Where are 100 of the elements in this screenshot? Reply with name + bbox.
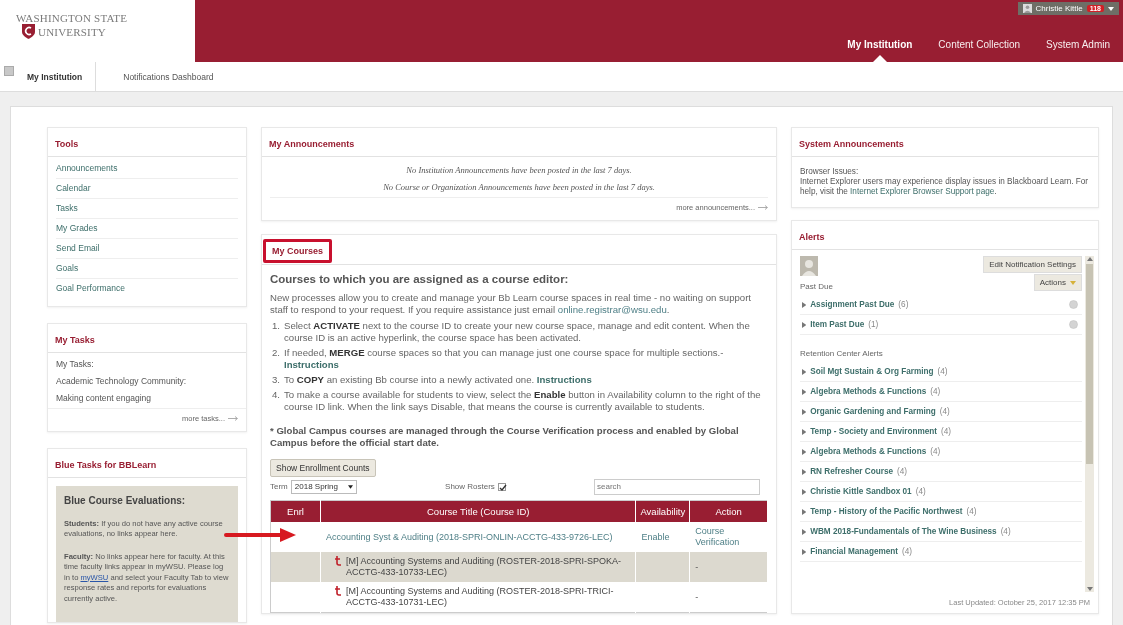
caret-icon [802,528,807,535]
dismiss-icon[interactable] [1069,300,1078,309]
course-link[interactable]: Accounting Syst & Auditing (2018-SPRI-ONLIN-ACCTG-433-9726-LEC) [326,531,613,542]
rosters-label: Show Rosters [445,482,495,491]
hook-icon [335,586,342,596]
tool-link[interactable]: Calendar [56,179,238,199]
task-item: Academic Technology Community: [56,375,188,388]
step-text: If needed, MERGE course spaces so that you can manage just one course space for multiple sections.- Instructions [284,347,725,371]
logo-text: UNIVERSITY [38,25,106,38]
enable-link[interactable]: Enable [641,531,670,542]
alert-link[interactable]: Organic Gardening and Farming (4) [802,407,950,416]
alert-link[interactable]: WBM 2018-Fundamentals of The Wine Business (4) [802,527,1011,536]
verification-link[interactable]: Course Verification [695,526,762,548]
step-number: 3. [271,374,280,386]
announcement-message: No Institution Announcements have been posted in the last 7 days. [405,164,633,177]
intro-text: New processes allow you to create and manage your Bb Learn course spaces in real time - no waiting on support staff to respond to your request. If you require assistance just email online.registrar@wsu.edu. [270,292,752,316]
alert-link[interactable]: Temp - History of the Pacific Northwest (4) [802,507,977,516]
caret-icon [1108,6,1114,11]
caret-icon [802,428,807,435]
actions-button[interactable]: Actions [1033,274,1082,291]
tool-link[interactable]: Goals [56,259,238,279]
email-link[interactable]: online.registrar@wsu.edu [557,304,667,315]
nav-tab[interactable]: System Admin [1033,39,1123,62]
panel-title: My Announcements [269,139,355,149]
caret-icon [802,321,807,328]
task-item: My Tasks: [56,358,95,371]
step-text: To COPY an existing Bb course into a newly activated one. Instructions [284,374,592,386]
tool-link[interactable]: Tasks [56,199,238,219]
arrow-icon [758,205,768,210]
term-label: Term [270,481,288,493]
alert-link[interactable]: Financial Management (4) [802,547,912,556]
action-text: - [695,591,699,602]
caret-icon [802,388,807,395]
enrollment-button[interactable]: Show Enrollment Counts [270,459,376,477]
collapse-icon[interactable] [4,66,14,76]
alert-link[interactable]: Temp - Society and Environment (4) [802,427,951,436]
caret-icon [802,368,807,375]
scroll-up-icon[interactable] [1086,256,1093,262]
nav-tab[interactable]: My Institution [834,39,926,62]
alert-link[interactable]: Algebra Methods & Functions (4) [802,387,941,396]
step-number: 4. [271,389,280,402]
panel-title: My Courses [263,239,333,263]
term-select[interactable]: 2018 Spring [290,480,357,494]
evaluation-heading: Blue Course Evaluations: [64,496,187,507]
column-header: Availability [635,500,690,522]
caret-icon [1070,280,1076,285]
alert-link[interactable]: Item Past Due (1) [802,320,879,329]
caret-icon [802,301,807,308]
caret-icon [802,408,807,415]
instructions-link[interactable]: Instructions [536,374,592,385]
roster-title: [M] Accounting Systems and Auditing (ROSTER-2018-SPRI-SPOKA-ACCTG-433-10733-LEC) [346,556,623,578]
column-header: Course Title (Course ID) [320,500,636,522]
search-field[interactable]: search [594,479,760,495]
note-text: * Global Campus courses are managed through the Course Verification process and enabled by Global Campus before the official start date. [270,425,740,449]
scroll-down-icon[interactable] [1086,586,1093,592]
logo-text: WASHINGTON STATE [16,12,129,24]
issue-text: Internet Explorer users may experience display issues in Blackboard Learn. For help, visit the Internet Explorer Browser Support page. [800,177,1090,197]
sub-tab[interactable]: Notifications Dashboard [96,62,227,91]
alert-link[interactable]: RN Refresher Course (4) [802,467,907,476]
rosters-checkbox[interactable] [497,482,506,491]
caret-icon [802,448,807,455]
task-item: Making content engaging [56,392,152,405]
alert-link[interactable]: Soil Mgt Sustain & Org Farming (4) [802,367,948,376]
caret-icon [802,468,807,475]
panel-title: System Announcements [799,139,904,149]
panel-title: My Tasks [55,335,95,345]
sub-tab[interactable]: My Institution [0,62,97,91]
caret-icon [347,485,353,489]
tool-link[interactable]: Goal Performance [56,279,238,298]
tool-link[interactable]: Send Email [56,239,238,259]
action-text: - [695,561,699,572]
caret-icon [802,548,807,555]
dismiss-icon[interactable] [1069,320,1078,329]
column-header: Action [689,500,768,522]
section-label: Past Due [800,281,833,293]
tool-link[interactable]: Announcements [56,159,238,179]
scrollbar[interactable] [1085,256,1094,592]
alert-link[interactable]: Assignment Past Due (6) [802,300,909,309]
nav-tab[interactable]: Content Collection [925,39,1034,62]
tool-link[interactable]: My Grades [56,219,238,239]
avatar-icon [800,256,818,276]
issue-heading: Browser Issues: [800,167,860,177]
alert-link[interactable]: Algebra Methods & Functions (4) [802,447,941,456]
section-label: Retention Center Alerts [800,348,883,360]
hook-icon [335,556,342,566]
column-header: Enrl [270,500,321,522]
settings-button[interactable]: Edit Notification Settings [983,256,1082,273]
arrow-icon [228,416,238,421]
instructions-link[interactable]: Instructions [284,359,339,370]
courses-heading: Courses to which you are assigned as a course editor: [270,273,570,285]
step-number: 2. [271,347,280,360]
caret-icon [802,488,807,495]
caret-icon [802,508,807,515]
shield-icon [22,24,35,39]
panel-title: Blue Tasks for BBLearn [55,460,157,470]
avatar-icon [1022,4,1032,13]
panel-title: Tools [55,139,79,149]
step-text: Select ACTIVATE next to the course ID to create your new course space, manage and edit content. When the course ID is an active hyperlink, the course space has been activated. [284,320,751,344]
alert-link[interactable]: Christie Kittle Sandbox 01 (4) [802,487,926,496]
step-number: 1. [271,320,280,333]
